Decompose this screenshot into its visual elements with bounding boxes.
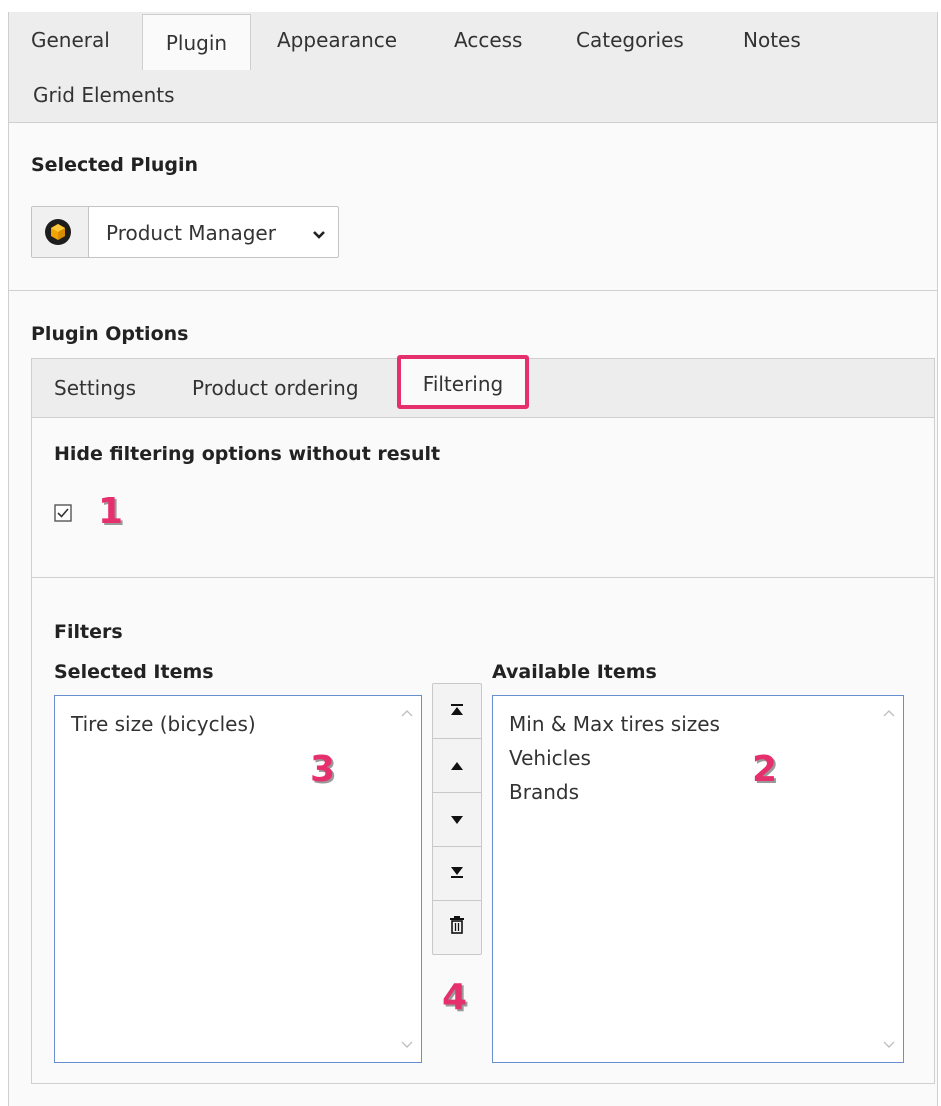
move-to-bottom-icon xyxy=(449,861,465,885)
scroll-down-icon[interactable] xyxy=(401,1038,413,1052)
tab-appearance[interactable]: Appearance xyxy=(277,12,397,66)
remove-item-button[interactable] xyxy=(433,900,481,954)
item-order-buttons xyxy=(432,683,482,955)
available-items-list[interactable]: Min & Max tires sizes Vehicles Brands xyxy=(492,695,904,1063)
move-to-bottom-button[interactable] xyxy=(433,846,481,901)
scroll-down-icon[interactable] xyxy=(883,1038,895,1052)
hide-filtering-checkbox[interactable] xyxy=(54,503,72,522)
selected-items-list[interactable]: Tire size (bicycles) xyxy=(54,695,422,1063)
scroll-up-icon[interactable] xyxy=(401,706,413,720)
available-items-heading: Available Items xyxy=(492,661,657,683)
tab-filtering[interactable]: Filtering xyxy=(397,355,529,409)
move-to-top-icon xyxy=(449,699,465,723)
plugin-options-tab-bar: Settings Product ordering Filtering xyxy=(32,355,934,418)
move-up-icon xyxy=(450,753,464,777)
section-divider xyxy=(9,290,937,291)
tab-categories[interactable]: Categories xyxy=(576,12,684,66)
annotation-2: 2 xyxy=(752,749,778,790)
selected-plugin-heading: Selected Plugin xyxy=(31,154,199,176)
plugin-options-panel: Settings Product ordering Filtering Hide… xyxy=(31,355,935,1084)
tab-general[interactable]: General xyxy=(31,12,110,66)
plugin-icon-box xyxy=(32,207,89,257)
move-down-button[interactable] xyxy=(433,792,481,847)
tab-access[interactable]: Access xyxy=(454,12,522,66)
plugin-select[interactable]: Product Manager xyxy=(31,206,339,258)
tab-notes[interactable]: Notes xyxy=(743,12,801,66)
chevron-down-icon xyxy=(312,223,326,247)
content-element-form: General Plugin Appearance Access Categor… xyxy=(8,12,938,1106)
move-up-button[interactable] xyxy=(433,738,481,793)
box-icon xyxy=(45,219,71,245)
annotation-3: 3 xyxy=(310,749,336,790)
list-item[interactable]: Min & Max tires sizes xyxy=(509,712,720,736)
tab-grid-elements[interactable]: Grid Elements xyxy=(33,68,175,122)
filters-divider xyxy=(32,577,934,578)
annotation-4: 4 xyxy=(442,977,468,1018)
tab-plugin[interactable]: Plugin xyxy=(142,14,251,70)
list-item[interactable]: Tire size (bicycles) xyxy=(71,712,256,736)
annotation-1: 1 xyxy=(98,491,124,532)
move-down-icon xyxy=(450,807,464,831)
trash-icon xyxy=(449,915,465,939)
plugin-select-value: Product Manager xyxy=(106,221,276,245)
selected-items-heading: Selected Items xyxy=(54,661,214,683)
hide-filtering-heading: Hide filtering options without result xyxy=(54,443,441,465)
list-item[interactable]: Vehicles xyxy=(509,746,591,770)
move-to-top-button[interactable] xyxy=(433,684,481,739)
tab-product-ordering[interactable]: Product ordering xyxy=(192,359,359,417)
top-tab-bar: General Plugin Appearance Access Categor… xyxy=(9,12,937,123)
filters-heading: Filters xyxy=(54,621,123,643)
tab-settings[interactable]: Settings xyxy=(54,359,136,417)
plugin-options-heading: Plugin Options xyxy=(31,323,189,345)
scroll-up-icon[interactable] xyxy=(883,706,895,720)
list-item[interactable]: Brands xyxy=(509,780,579,804)
